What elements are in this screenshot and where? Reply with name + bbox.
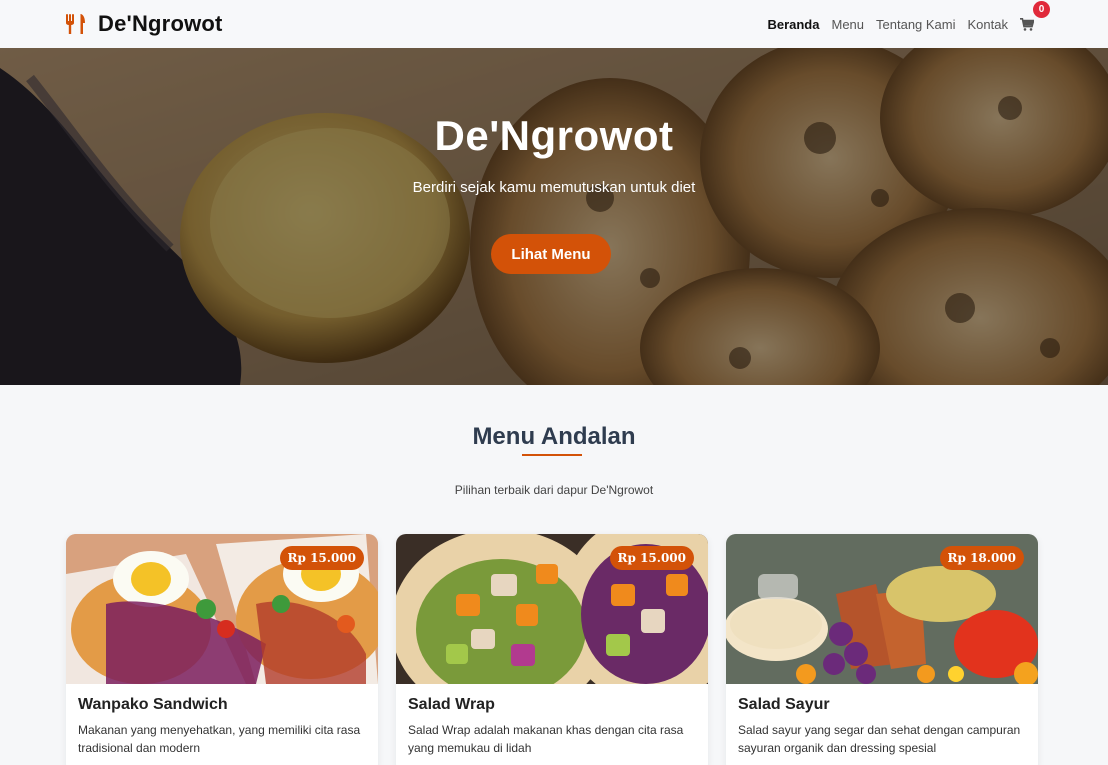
utensils-icon [66,13,88,35]
navbar: De'Ngrowot Beranda Menu Tentang Kami Kon… [0,0,1108,48]
menu-card-description: Makanan yang menyehatkan, yang memiliki … [78,723,361,755]
nav-item-beranda[interactable]: Beranda [767,17,819,32]
menu-card-description: Salad Wrap adalah makanan khas dengan ci… [408,723,684,755]
nav-item-kontak[interactable]: Kontak [968,17,1008,32]
hero-title: De'Ngrowot [434,112,674,159]
hero-banner: De'Ngrowot Berdiri sejak kamu memutuskan… [0,48,1108,385]
menu-card-salad-wrap[interactable]: Rp 15.000 Salad Wrap Salad Wrap adalah m… [396,534,708,765]
menu-card-title: Wanpako Sandwich [78,696,228,713]
price-badge: Rp 15.000 [279,546,364,570]
nav-item-tentang-kami[interactable]: Tentang Kami [876,17,956,32]
menu-card-title: Salad Wrap [408,696,495,713]
brand-name: De'Ngrowot [98,11,223,36]
menu-card-salad-sayur[interactable]: Rp 18.000 Salad Sayur Salad sayur yang s… [726,534,1038,765]
view-menu-button[interactable]: Lihat Menu [491,234,611,274]
section-title-underline [522,454,582,456]
hero-content: De'Ngrowot Berdiri sejak kamu memutuskan… [0,48,1108,385]
section-subtitle: Pilihan terbaik dari dapur De'Ngrowot [454,483,654,497]
hero-subtitle: Berdiri sejak kamu memutuskan untuk diet [412,179,696,196]
menu-card-description: Salad sayur yang segar dan sehat dengan … [738,723,1021,755]
menu-card-wanpako-sandwich[interactable]: Rp 15.000 Wanpako Sandwich Makanan yang … [66,534,378,765]
nav-item-menu[interactable]: Menu [831,17,864,32]
price-badge: Rp 15.000 [609,546,694,570]
cart-button[interactable]: 0 [1020,1,1050,32]
brand-logo[interactable]: De'Ngrowot [66,11,223,37]
cart-count-badge: 0 [1033,1,1050,18]
cart-icon [1020,17,1034,31]
price-badge: Rp 18.000 [939,546,1024,570]
menu-card-title: Salad Sayur [738,696,830,713]
section-title: Menu Andalan [472,423,636,450]
nav-menu: Beranda Menu Tentang Kami Kontak 0 [767,1,1050,32]
